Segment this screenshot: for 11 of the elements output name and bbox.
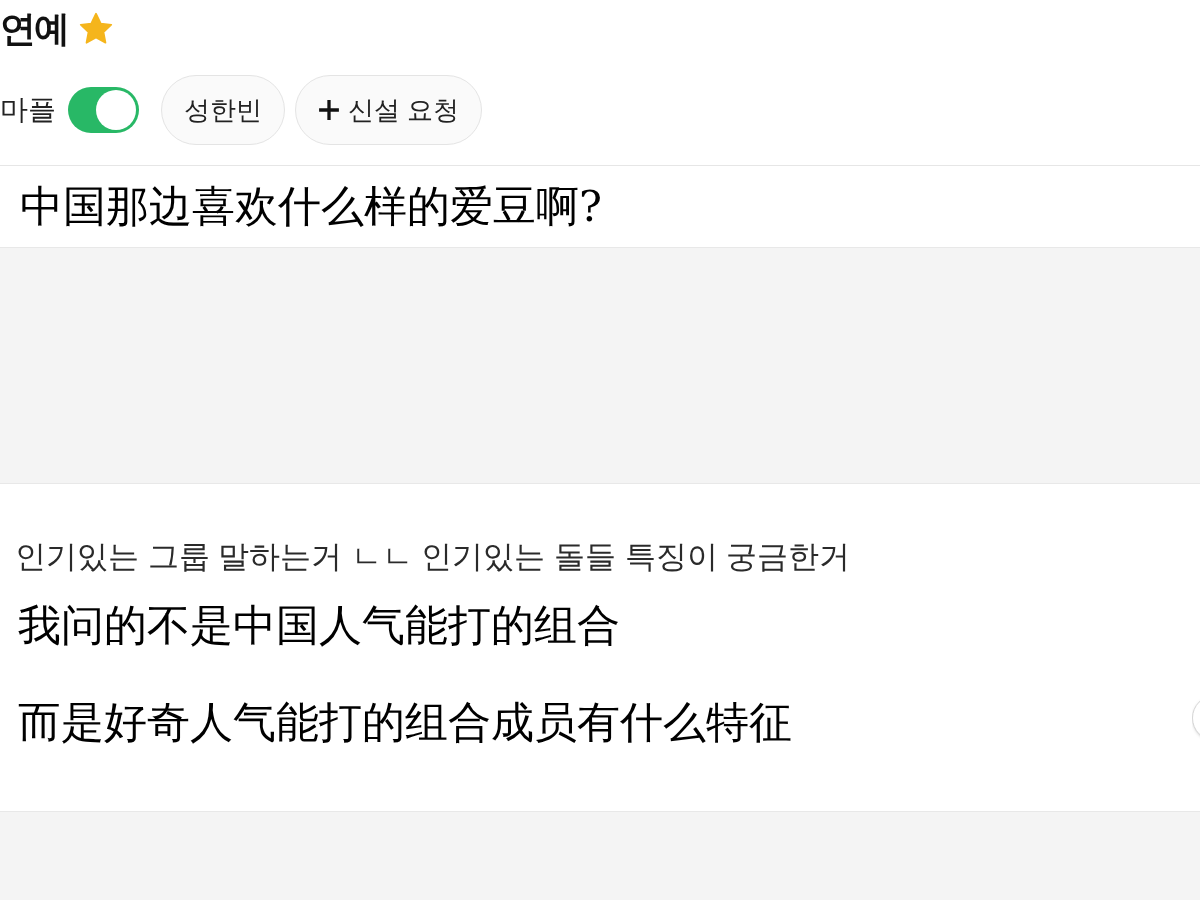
plus-icon bbox=[318, 99, 340, 121]
page-title: 연예 bbox=[0, 8, 68, 50]
add-request-chip[interactable]: 신설 요청 bbox=[295, 75, 483, 145]
filter-chip[interactable]: 성한빈 bbox=[161, 75, 285, 145]
toggle-switch[interactable] bbox=[68, 87, 139, 133]
comment-text: 인기있는 그룹 말하는거 ㄴㄴ 인기있는 돌들 특징이 궁금한거 bbox=[15, 539, 851, 575]
caption-text: 而是好奇人气能打的组合成员有什么特征 bbox=[18, 696, 792, 748]
caption-text: 中国那边喜欢什么样的爱豆啊? bbox=[20, 180, 603, 232]
toggle-label: 마플 bbox=[0, 93, 56, 127]
star-icon[interactable] bbox=[78, 12, 114, 46]
caption-text: 我问的不是中国人气能打的组合 bbox=[18, 599, 620, 651]
